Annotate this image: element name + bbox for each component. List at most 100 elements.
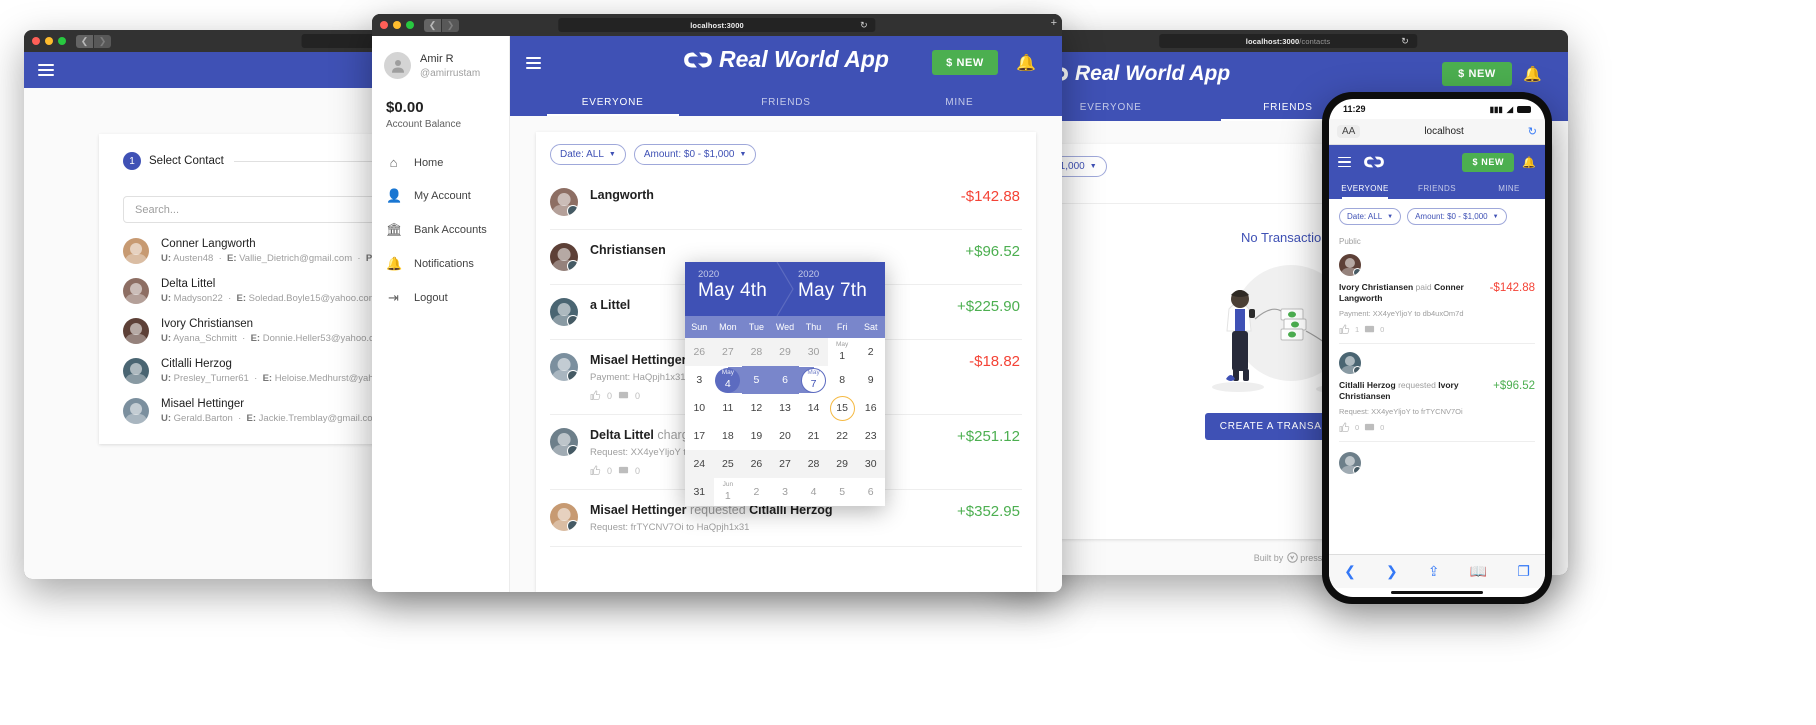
browser-nav-buttons[interactable]: ❮ ❯ <box>424 18 459 32</box>
sidebar-item-logout[interactable]: ⇥ Logout <box>372 281 509 315</box>
date-filter-chip[interactable]: Date: ALL ▼ <box>550 144 626 165</box>
calendar-day[interactable]: Jun 1 <box>714 478 743 506</box>
tab-everyone[interactable]: EVERYONE <box>526 90 699 116</box>
calendar-day[interactable]: 28 <box>799 450 828 478</box>
calendar-day[interactable]: 11 <box>714 394 743 422</box>
sidebar-user[interactable]: Amir R @amirrustam <box>372 48 509 93</box>
sidebar-item-my-account[interactable]: 👤 My Account <box>372 179 509 213</box>
date-filter-chip[interactable]: Date: ALL ▼ <box>1339 208 1402 225</box>
calendar-day[interactable]: 2 <box>742 478 771 506</box>
calendar-start[interactable]: 2020 May 4th <box>685 262 785 316</box>
like-icon[interactable] <box>590 390 601 401</box>
transaction-row[interactable]: Citlalli Herzog requested Ivory Christia… <box>1329 344 1545 441</box>
sidebar-item-notifications[interactable]: 🔔 Notifications <box>372 247 509 281</box>
calendar-day[interactable]: 28 <box>742 338 771 366</box>
browser-nav-buttons[interactable]: ❮ ❯ <box>76 34 111 48</box>
calendar-day[interactable]: 19 <box>742 422 771 450</box>
calendar-day[interactable]: 26 <box>685 338 714 366</box>
calendar-day[interactable]: 30 <box>799 338 828 366</box>
date-range-picker[interactable]: 2020 May 4th 2020 May 7th Sun Mon Tue We… <box>685 262 885 506</box>
like-icon[interactable] <box>1339 422 1350 433</box>
calendar-day[interactable]: 10 <box>685 394 714 422</box>
new-transaction-button[interactable]: $ NEW <box>932 50 998 75</box>
calendar-day[interactable]: 31 <box>685 478 714 506</box>
calendar-day[interactable]: 12 <box>742 394 771 422</box>
like-icon[interactable] <box>590 465 601 476</box>
back-icon[interactable]: ❮ <box>1344 563 1356 580</box>
calendar-day[interactable]: 9 <box>856 366 885 394</box>
calendar-day[interactable]: 4 <box>799 478 828 506</box>
calendar-day[interactable]: 30 <box>856 450 885 478</box>
calendar-day[interactable]: 16 <box>856 394 885 422</box>
calendar-day[interactable]: 6 <box>770 366 800 394</box>
reload-icon[interactable]: ↻ <box>860 20 868 31</box>
calendar-day[interactable]: 3 <box>771 478 800 506</box>
reload-icon[interactable]: ↻ <box>1528 125 1537 138</box>
close-window-button[interactable] <box>32 37 40 45</box>
maximize-window-button[interactable] <box>406 21 414 29</box>
calendar-day[interactable]: 26 <box>742 450 771 478</box>
hamburger-menu-icon[interactable] <box>38 64 54 77</box>
comment-icon[interactable] <box>618 390 629 401</box>
calendar-day[interactable]: 20 <box>771 422 800 450</box>
amount-filter-chip[interactable]: Amount: $0 - $1,000 ▼ <box>1407 208 1507 225</box>
calendar-day[interactable]: 2 <box>856 338 885 366</box>
transaction-row[interactable] <box>1329 442 1545 484</box>
calendar-day[interactable]: 8 <box>828 366 857 394</box>
window-traffic-lights[interactable] <box>32 37 66 45</box>
calendar-day[interactable]: 27 <box>713 338 743 366</box>
minimize-window-button[interactable] <box>393 21 401 29</box>
back-icon[interactable]: ❮ <box>424 18 441 32</box>
text-size-button[interactable]: AA <box>1337 125 1361 138</box>
comment-icon[interactable] <box>1364 422 1375 433</box>
amount-filter-chip[interactable]: Amount: $0 - $1,000 ▼ <box>633 144 757 165</box>
calendar-day[interactable]: 21 <box>799 422 828 450</box>
calendar-day[interactable]: 27 <box>770 450 800 478</box>
close-window-button[interactable] <box>380 21 388 29</box>
calendar-day[interactable]: 5 <box>828 478 857 506</box>
tab-friends[interactable]: FRIENDS <box>699 90 872 116</box>
back-icon[interactable]: ❮ <box>76 34 93 48</box>
tab-mine[interactable]: MINE <box>873 90 1046 116</box>
new-transaction-button[interactable]: $ NEW <box>1442 62 1512 86</box>
calendar-day[interactable]: 6 <box>856 478 885 506</box>
calendar-day[interactable]: 23 <box>856 422 885 450</box>
forward-icon[interactable]: ❯ <box>442 18 459 32</box>
calendar-day[interactable]: 24 <box>685 450 714 478</box>
comment-icon[interactable] <box>618 465 629 476</box>
calendar-day[interactable]: 25 <box>713 450 743 478</box>
share-icon[interactable]: ⇪ <box>1428 563 1440 580</box>
window-traffic-lights[interactable] <box>380 21 414 29</box>
minimize-window-button[interactable] <box>45 37 53 45</box>
hamburger-menu-icon[interactable] <box>526 57 541 69</box>
notification-bell-icon[interactable]: 🔔 <box>1523 65 1542 83</box>
phone-url[interactable]: localhost <box>1366 126 1521 137</box>
tab-mine[interactable]: MINE <box>1473 179 1545 199</box>
hamburger-menu-icon[interactable] <box>1338 157 1351 167</box>
maximize-window-button[interactable] <box>58 37 66 45</box>
calendar-day[interactable]: 13 <box>771 394 800 422</box>
calendar-day[interactable]: May 4 <box>714 366 743 394</box>
new-transaction-button[interactable]: $ NEW <box>1462 152 1515 172</box>
forward-icon[interactable]: ❯ <box>1386 563 1398 580</box>
calendar-day[interactable]: 18 <box>714 422 743 450</box>
tab-everyone[interactable]: EVERYONE <box>1329 179 1401 199</box>
calendar-day[interactable]: 3 <box>685 366 714 394</box>
tab-friends[interactable]: FRIENDS <box>1401 179 1473 199</box>
calendar-end[interactable]: 2020 May 7th <box>785 262 885 316</box>
calendar-day[interactable]: 15 <box>828 394 857 422</box>
transaction-row[interactable]: Ivory Christiansen paid Conner Langworth… <box>1329 246 1545 343</box>
calendar-day[interactable]: 14 <box>799 394 828 422</box>
tabs-icon[interactable]: ❐ <box>1517 563 1530 580</box>
calendar-day[interactable]: May 7 <box>799 366 828 394</box>
center-address-bar[interactable]: localhost:3000 ↻ <box>558 18 876 32</box>
calendar-day[interactable]: 29 <box>827 450 857 478</box>
reload-icon[interactable]: ↻ <box>1401 36 1409 47</box>
calendar-day[interactable]: 5 <box>742 366 771 394</box>
calendar-day[interactable]: May 1 <box>828 338 857 366</box>
like-icon[interactable] <box>1339 324 1350 335</box>
notification-bell-icon[interactable]: 🔔 <box>1016 53 1036 73</box>
transaction-row[interactable]: Langworth -$142.88 <box>536 175 1036 229</box>
bookmarks-icon[interactable]: 📖 <box>1470 563 1487 580</box>
stepper-step-1[interactable]: 1 Select Contact <box>123 152 224 170</box>
